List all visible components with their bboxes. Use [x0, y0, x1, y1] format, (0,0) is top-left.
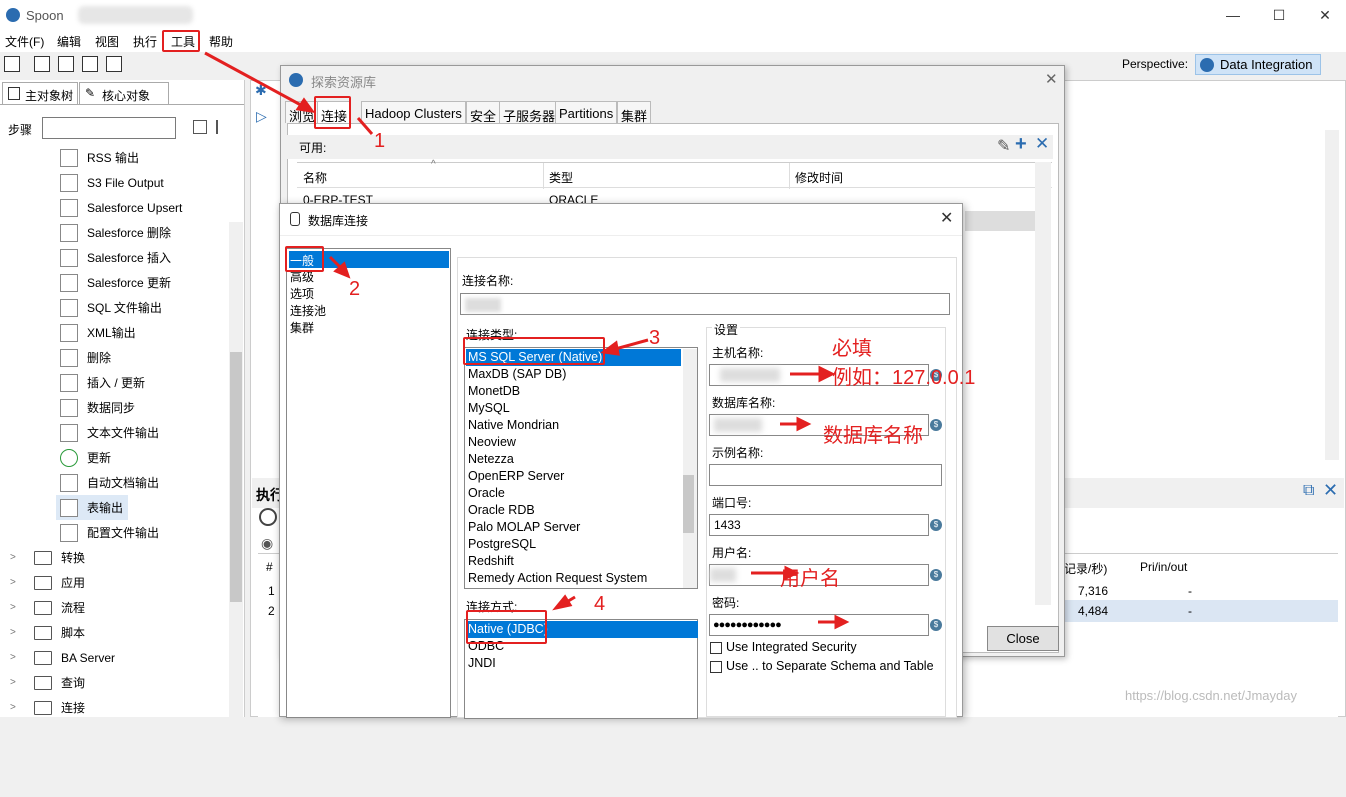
- watermark: https://blog.csdn.net/Jmayday: [1125, 688, 1297, 703]
- arrow-head: [796, 416, 812, 432]
- arrow-head: [818, 365, 836, 383]
- annotation-required: 必填: [832, 338, 872, 360]
- annotation-dbname: 数据库名称: [823, 425, 923, 447]
- annotation-username: 用户名: [780, 568, 840, 590]
- annotation-step-2: 2: [349, 278, 361, 300]
- arrow-line: [356, 117, 374, 135]
- arrow-line: [204, 51, 311, 112]
- annotation-step-1: 1: [374, 130, 386, 152]
- arrow-head: [834, 614, 850, 630]
- annotation-example: 例如：127.0.0.1: [832, 367, 976, 389]
- annotation-step-3: 3: [649, 327, 661, 349]
- arrow-head: [600, 340, 620, 356]
- annotation-step-4: 4: [594, 593, 606, 615]
- annotation-arrows: [204, 51, 850, 630]
- arrow-head: [295, 97, 316, 113]
- arrow-head: [552, 594, 573, 611]
